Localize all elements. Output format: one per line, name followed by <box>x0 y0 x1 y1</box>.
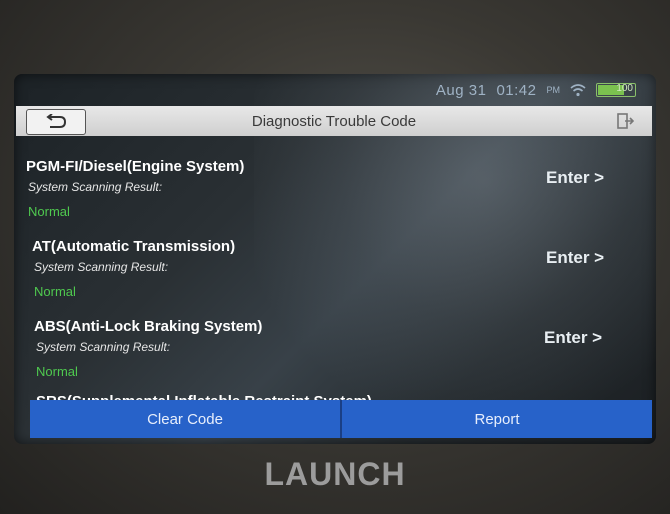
status-bar: Aug 31 01:42 PM 100 <box>436 80 636 100</box>
system-name: ABS(Anti-Lock Braking System) <box>34 318 263 335</box>
title-bar: Diagnostic Trouble Code <box>16 106 652 136</box>
scan-result-label: System Scanning Result: <box>28 180 163 194</box>
wifi-icon <box>570 84 586 97</box>
scan-result-status: Normal <box>34 284 76 299</box>
status-time: 01:42 <box>496 81 537 99</box>
list-item[interactable]: AT(Automatic Transmission) System Scanni… <box>14 228 656 308</box>
enter-button[interactable]: Enter > <box>546 168 604 188</box>
list-item[interactable]: ABS(Anti-Lock Braking System) System Sca… <box>14 308 656 388</box>
enter-button[interactable]: Enter > <box>544 328 602 348</box>
bottom-action-bar: Clear Code Report <box>30 400 652 438</box>
list-item[interactable]: PGM-FI/Diesel(Engine System) System Scan… <box>14 148 656 228</box>
battery-level: 100 <box>616 83 633 94</box>
back-arrow-icon <box>46 114 67 128</box>
system-name: PGM-FI/Diesel(Engine System) <box>26 158 245 175</box>
enter-button[interactable]: Enter > <box>546 248 604 268</box>
scan-result-label: System Scanning Result: <box>34 260 169 274</box>
back-button[interactable] <box>26 109 86 135</box>
clear-code-button[interactable]: Clear Code <box>30 400 340 438</box>
brand-logo: LAUNCH <box>264 456 406 492</box>
status-date: Aug 31 <box>435 81 487 99</box>
scan-result-status: Normal <box>36 364 78 379</box>
system-name: AT(Automatic Transmission) <box>32 238 236 255</box>
scan-result-status: Normal <box>28 204 70 219</box>
status-ampm: PM <box>546 85 561 95</box>
battery-icon: 100 <box>596 83 636 97</box>
list-item-partial[interactable]: SRS(Supplemental Inflatable Restraint Sy… <box>36 392 372 400</box>
scan-result-label: System Scanning Result: <box>36 340 171 354</box>
device-screen: Aug 31 01:42 PM 100 Diagnostic Trouble C… <box>14 74 656 444</box>
page-title: Diagnostic Trouble Code <box>251 112 417 130</box>
exit-icon[interactable] <box>616 112 634 130</box>
report-button[interactable]: Report <box>340 400 652 438</box>
